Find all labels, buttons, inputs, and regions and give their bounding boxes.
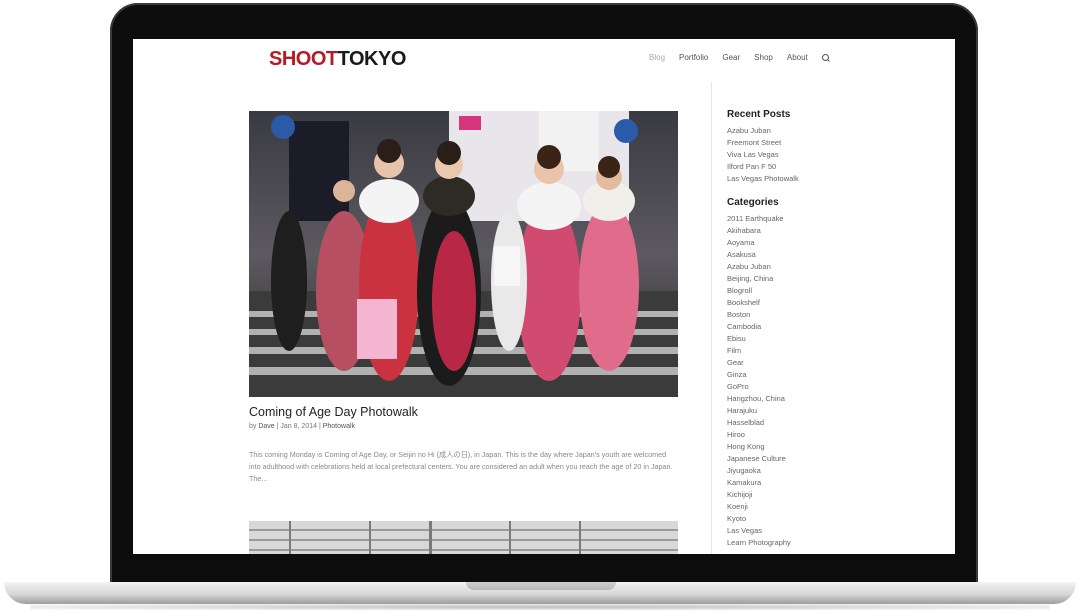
categories-widget: Categories 2011 Earthquake Akihabara Aoy… [727,197,927,549]
category-link[interactable]: Hangzhou, China [727,393,927,405]
category-link[interactable]: Akihabara [727,225,927,237]
recent-posts-widget: Recent Posts Azabu Juban Freemont Street… [727,109,927,185]
post-meta: by Dave | Jan 8, 2014 | Photowalk [249,423,355,430]
recent-post-link[interactable]: Ilford Pan F 50 [727,161,927,173]
recent-post-link[interactable]: Freemont Street [727,137,927,149]
post-excerpt: This coming Monday is Coming of Age Day,… [249,450,673,483]
category-link[interactable]: Film [727,345,927,357]
laptop-shadow [30,604,1050,610]
sidebar-divider [711,82,712,554]
kimono-crowd-photo [249,111,678,397]
logo-tokyo: TOKYO [337,48,407,70]
laptop-notch [466,582,616,590]
search-icon[interactable] [821,53,830,62]
nav-shop[interactable]: Shop [754,53,773,62]
recent-posts-list: Azabu Juban Freemont Street Viva Las Veg… [727,125,927,185]
category-link[interactable]: Asakusa [727,249,927,261]
categories-list: 2011 Earthquake Akihabara Aoyama Asakusa… [727,213,927,549]
category-link[interactable]: Ebisu [727,333,927,345]
category-link[interactable]: Las Vegas [727,525,927,537]
category-link[interactable]: Ginza [727,369,927,381]
site-logo[interactable]: SHOOTTOKYO [269,48,406,71]
category-link[interactable]: Learn Photography [727,537,927,549]
category-link[interactable]: Cambodia [727,321,927,333]
logo-shoot: SHOOT [269,48,338,70]
category-link[interactable]: Kamakura [727,477,927,489]
category-link[interactable]: Aoyama [727,237,927,249]
category-link[interactable]: Kichijoji [727,489,927,501]
next-post-image[interactable] [249,521,678,554]
categories-title: Categories [727,197,779,208]
post-featured-image[interactable] [249,111,678,397]
category-link[interactable]: Boston [727,309,927,321]
category-link[interactable]: Azabu Juban [727,261,927,273]
category-link[interactable]: Jiyugaoka [727,465,927,477]
recent-post-link[interactable]: Azabu Juban [727,125,927,137]
browser-screen: SHOOTTOKYO Blog Portfolio Gear Shop Abou… [133,39,955,554]
category-link[interactable]: GoPro [727,381,927,393]
nav-about[interactable]: About [787,53,808,62]
post-date: Jan 8, 2014 [280,423,317,430]
category-link[interactable]: Japanese Culture [727,453,927,465]
category-link[interactable]: 2011 Earthquake [727,213,927,225]
recent-post-link[interactable]: Viva Las Vegas [727,149,927,161]
main-nav: Blog Portfolio Gear Shop About [649,53,830,62]
post-category-link[interactable]: Photowalk [323,423,355,430]
category-link[interactable]: Blogroll [727,285,927,297]
category-link[interactable]: Harajuku [727,405,927,417]
nav-blog[interactable]: Blog [649,53,665,62]
post-title[interactable]: Coming of Age Day Photowalk [249,405,418,419]
recent-posts-title: Recent Posts [727,109,791,120]
category-link[interactable]: Hasselblad [727,417,927,429]
sidebar: Recent Posts Azabu Juban Freemont Street… [727,109,927,554]
category-link[interactable]: Koenji [727,501,927,513]
category-link[interactable]: Bookshelf [727,297,927,309]
category-link[interactable]: Hong Kong [727,441,927,453]
category-link[interactable]: Beijing, China [727,273,927,285]
post-author-link[interactable]: Dave [258,423,274,430]
building-photo [249,521,678,554]
nav-gear[interactable]: Gear [722,53,740,62]
nav-portfolio[interactable]: Portfolio [679,53,708,62]
category-link[interactable]: Kyoto [727,513,927,525]
author-prefix: by [249,423,259,430]
recent-post-link[interactable]: Las Vegas Photowalk [727,173,927,185]
category-link[interactable]: Hiroo [727,429,927,441]
category-link[interactable]: Gear [727,357,927,369]
